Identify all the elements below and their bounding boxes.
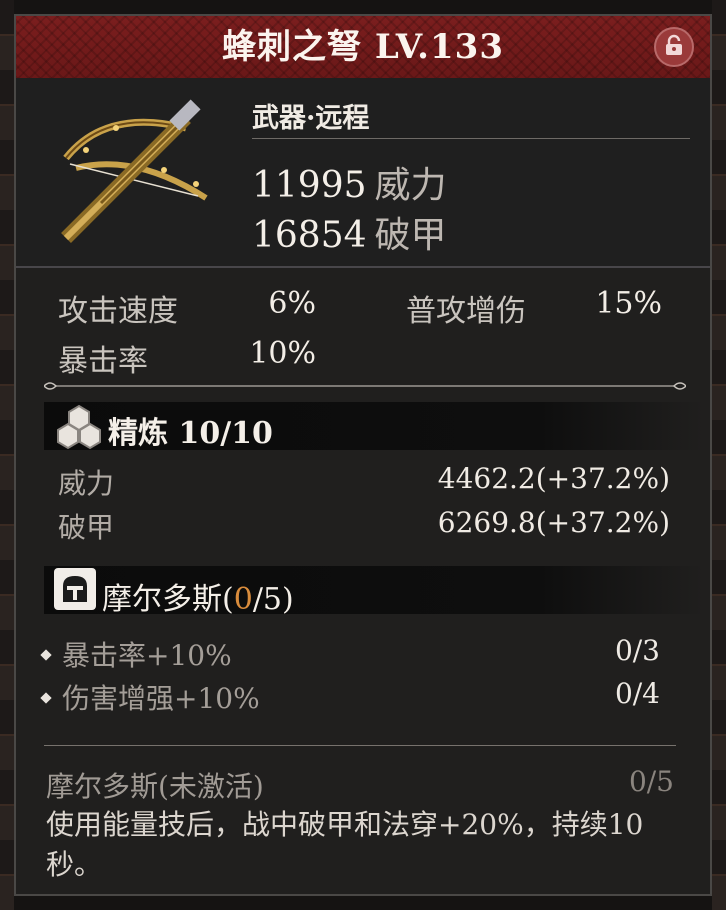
set-effect-title: 摩尔多斯(未激活) [46,770,264,803]
set-divider [44,745,676,746]
armor-label: 破甲 [374,215,447,256]
attr-attack-speed-value: 6% [268,286,316,321]
set-name: 摩尔多斯( [102,582,234,617]
set-bonus-label: 伤害增强+10% [62,682,260,715]
lock-button[interactable] [654,27,694,67]
attr-crit-rate-value: 10% [249,336,316,371]
diamond-bullet-icon [40,648,52,661]
item-title: 蜂刺之弩 LV.133 [16,16,710,78]
refine-armor-value: 6269.8(+37.2%) [437,506,670,539]
lock-icon [662,33,686,61]
background-left [0,0,14,910]
item-name: 蜂刺之弩 [222,27,363,67]
armor-pierce-stat: 16854 破甲 [252,206,447,258]
title-bar: 蜂刺之弩 LV.133 [16,16,710,80]
set-bonus-item: 伤害增强+10% [40,677,260,717]
set-bonus-item: 暴击率+10% [40,634,232,674]
background-right [712,0,726,910]
set-bonus-count: 0/4 [614,677,660,710]
diamond-bullet-icon [40,691,52,704]
refine-power-value: 4462.2(+37.2%) [437,462,670,495]
power-stat: 11995 威力 [252,156,447,208]
attr-crit-rate-label: 暴击率 [58,344,148,379]
item-header: 武器·远程 11995 威力 16854 破甲 [16,78,710,268]
refine-armor-label: 破甲 [58,511,115,544]
attr-normal-attack-dmg-label: 普攻增伤 [406,294,526,329]
set-total-count: /5) [252,582,294,617]
refine-power-label: 威力 [58,467,115,500]
header-divider [252,138,690,139]
set-title: 摩尔多斯(0/5) [102,574,294,618]
armor-value: 16854 [252,215,367,256]
weapon-type: 武器·远程 [252,103,370,134]
power-value: 11995 [252,165,367,206]
attr-normal-attack-dmg-value: 15% [595,286,662,321]
set-bonus-label: 暴击率+10% [62,639,232,672]
ornament-divider [44,382,686,390]
set-effect-description: 使用能量技后，战中破甲和法穿+20%，持续10秒。 [46,808,644,881]
set-effect-count: 0/5 [628,765,674,798]
helmet-set-icon [54,568,96,610]
power-label: 威力 [374,165,447,206]
set-bonus-count: 0/3 [614,634,660,667]
crossbow-weapon-icon [46,98,226,248]
refine-gems-icon [56,404,102,454]
set-current-count: 0 [233,582,253,617]
item-level: LV.133 [374,27,504,67]
refine-title: 精炼 10/10 [108,416,273,451]
attr-attack-speed-label: 攻击速度 [58,294,178,329]
item-tooltip-panel: 蜂刺之弩 LV.133 武器·远程 11995 威力 16854 破甲 攻击速度… [14,14,712,896]
